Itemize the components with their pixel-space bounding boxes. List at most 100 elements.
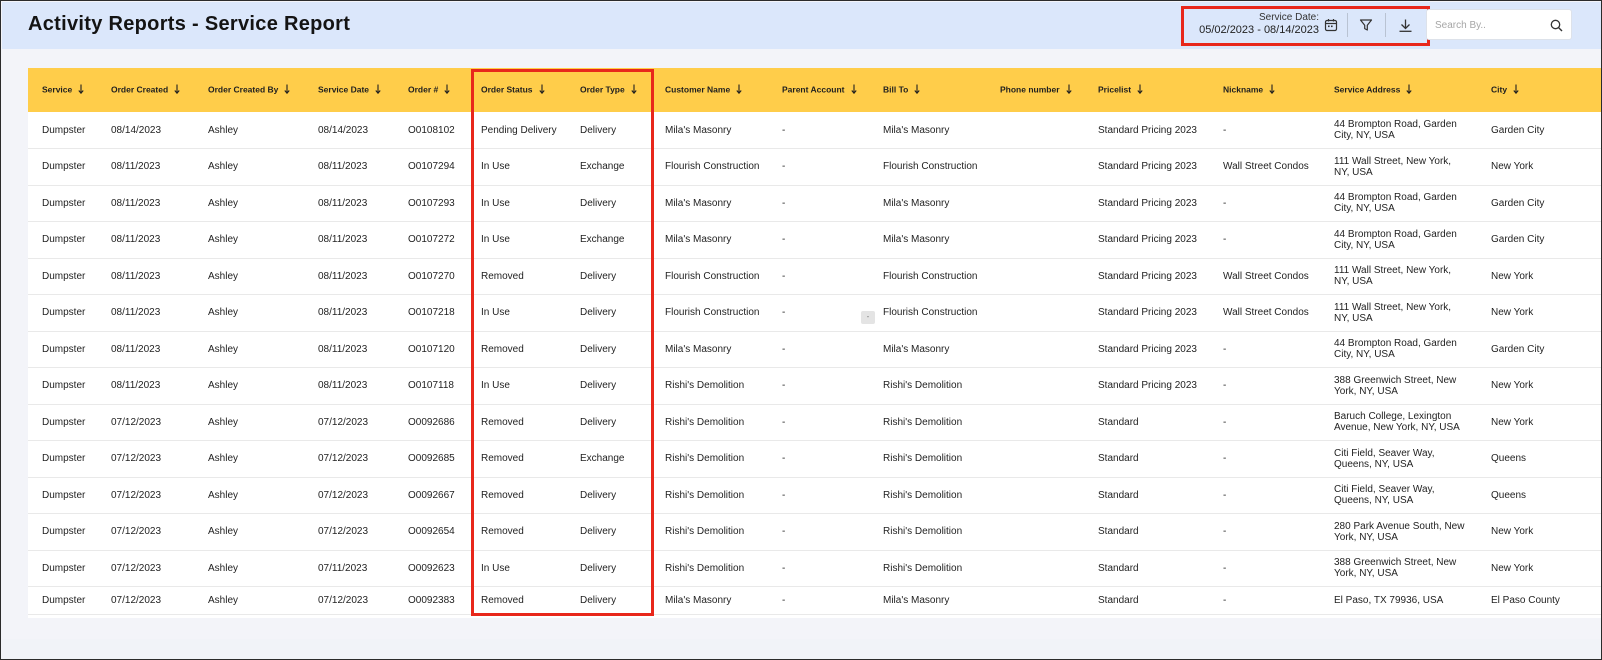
table-cell: Standard Pricing 2023: [1098, 161, 1197, 173]
table-cell: Ashley: [208, 416, 239, 428]
column-header[interactable]: Order Type: [566, 68, 651, 112]
table-cell: 08/11/2023: [318, 197, 368, 209]
table-cell: O0092667: [408, 489, 455, 501]
column-header[interactable]: Service Address: [1320, 68, 1477, 112]
table-row[interactable]: Dumpster 08/14/2023 Ashley 08/14/2023 O01081…: [28, 112, 1601, 149]
table-row[interactable]: Dumpster 07/12/2023 Ashley 07/12/2023 O00926…: [28, 441, 1601, 477]
table-row[interactable]: Dumpster 08/11/2023 Ashley 08/11/2023 O01071…: [28, 368, 1601, 404]
table-row[interactable]: Dumpster 07/12/2023 Ashley 07/12/2023 O00923…: [28, 587, 1601, 615]
table-cell: -: [782, 161, 786, 173]
table-cell: Delivery: [580, 380, 617, 392]
table-cell: [986, 550, 1084, 587]
column-header[interactable]: Phone number: [986, 68, 1084, 112]
table-row[interactable]: Dumpster 08/11/2023 Ashley 08/11/2023 O01072…: [28, 258, 1601, 295]
column-header-label: Service Address: [1334, 84, 1401, 95]
filter-button[interactable]: [1354, 13, 1378, 37]
table-cell: -: [1223, 562, 1227, 574]
search-input[interactable]: [1435, 17, 1535, 33]
table-cell: Ashley: [208, 562, 239, 574]
table-cell: Ashley: [208, 380, 239, 392]
table-row[interactable]: Dumpster 08/11/2023 Ashley 08/11/2023 O01072…: [28, 222, 1601, 259]
sort-arrow-icon[interactable]: [78, 84, 84, 96]
sort-arrow-icon[interactable]: [914, 84, 920, 96]
table-cell: Removed: [481, 343, 524, 355]
table-cell: In Use: [481, 234, 510, 246]
table-row[interactable]: Dumpster 07/12/2023 Ashley 07/12/2023 O00926…: [28, 477, 1601, 514]
table-cell: Standard Pricing 2023: [1098, 343, 1197, 355]
column-header[interactable]: Order Created By: [194, 68, 304, 112]
column-header[interactable]: Service Date: [304, 68, 394, 112]
column-header[interactable]: Order #: [394, 68, 467, 112]
column-header[interactable]: Bill To: [869, 68, 986, 112]
table-cell: Rishi's Demolition: [665, 489, 745, 501]
floating-chip[interactable]: -: [861, 311, 875, 324]
page-title: Activity Reports - Service Report: [28, 13, 351, 35]
table-cell: [986, 222, 1084, 259]
sort-arrow-icon[interactable]: [736, 84, 742, 96]
column-header-label: Phone number: [1000, 84, 1060, 95]
table-cell: Ashley: [208, 343, 239, 355]
column-header[interactable]: Nickname: [1209, 68, 1320, 112]
column-header[interactable]: Customer Name: [651, 68, 768, 112]
sort-arrow-icon[interactable]: [538, 84, 545, 96]
sort-arrow-icon[interactable]: [174, 84, 180, 96]
column-header[interactable]: Pricelist: [1084, 68, 1209, 112]
table-cell: Ashley: [208, 124, 239, 136]
table-cell: Dumpster: [42, 307, 86, 319]
sort-arrow-icon[interactable]: [1269, 84, 1275, 96]
table-cell: Mila's Masonry: [665, 197, 732, 209]
column-header[interactable]: Service: [28, 68, 97, 112]
service-date-range[interactable]: Service Date: 05/02/2023 - 08/14/2023: [1189, 12, 1319, 36]
sort-arrow-icon[interactable]: [631, 84, 637, 96]
table-row[interactable]: Dumpster 08/11/2023 Ashley 08/11/2023 O01071…: [28, 331, 1601, 368]
table-cell: Dumpster: [42, 380, 86, 392]
table-cell: Wall Street Condos: [1223, 270, 1309, 282]
app-frame: Activity Reports - Service Report Servic…: [0, 0, 1602, 660]
toolbar-divider: [1385, 13, 1386, 37]
sort-arrow-icon[interactable]: [1513, 84, 1519, 96]
sort-arrow-icon[interactable]: [284, 84, 291, 96]
sort-arrow-icon[interactable]: [444, 84, 450, 96]
sort-arrow-icon[interactable]: [1137, 84, 1143, 96]
sort-arrow-icon[interactable]: [1065, 84, 1072, 96]
calendar-button[interactable]: [1319, 13, 1343, 37]
table-row[interactable]: Dumpster 07/12/2023 Ashley 07/12/2023 O00926…: [28, 514, 1601, 550]
table-cell: Mila's Masonry: [883, 197, 950, 209]
table-row[interactable]: Dumpster 08/11/2023 Ashley 08/11/2023 O01072…: [28, 295, 1601, 331]
column-header[interactable]: Order Status: [467, 68, 566, 112]
table-row[interactable]: Dumpster 07/12/2023 Ashley 07/12/2023 O00926…: [28, 404, 1601, 441]
table-row[interactable]: Dumpster 08/11/2023 Ashley 08/11/2023 O01072…: [28, 185, 1601, 222]
table-cell: 388 Greenwich Street, New York, NY, USA: [1334, 557, 1457, 580]
table-cell: 44 Brompton Road, Garden City, NY, USA: [1334, 228, 1457, 251]
table-cell: 07/12/2023: [111, 453, 162, 465]
column-header[interactable]: Parent Account: [768, 68, 869, 112]
column-header[interactable]: Order Created: [97, 68, 194, 112]
search-button[interactable]: [1547, 16, 1565, 34]
download-button[interactable]: [1393, 13, 1417, 37]
table-cell: In Use: [481, 307, 510, 319]
table-cell: -: [782, 234, 786, 246]
table-cell: Baruch College, Lexington Avenue, New Yo…: [1334, 411, 1460, 434]
table-cell: 08/11/2023: [111, 380, 161, 392]
table-cell: Garden City: [1491, 343, 1545, 355]
table-cell: 07/12/2023: [111, 526, 162, 538]
table-cell: 07/12/2023: [318, 489, 369, 501]
table-cell: Ashley: [208, 270, 239, 282]
table-cell: 08/11/2023: [111, 197, 161, 209]
sort-arrow-icon[interactable]: [375, 84, 381, 96]
download-icon: [1399, 19, 1411, 32]
table-row[interactable]: Dumpster 08/11/2023 Ashley 08/11/2023 O01072…: [28, 149, 1601, 185]
table-cell: In Use: [481, 562, 510, 574]
table-cell: Dumpster: [42, 343, 86, 355]
table-cell: Ashley: [208, 161, 239, 173]
table-cell: -: [1223, 416, 1227, 428]
column-header[interactable]: City: [1477, 68, 1601, 112]
table-row[interactable]: Dumpster 07/12/2023 Ashley 07/11/2023 O00926…: [28, 550, 1601, 587]
table-cell: -: [1223, 595, 1227, 606]
table-cell: 280 Park Avenue South, New York, NY, USA: [1334, 520, 1465, 543]
table-cell: Dumpster: [42, 416, 86, 428]
table-cell: O0107272: [408, 234, 455, 246]
table-cell: Rishi's Demolition: [665, 380, 745, 392]
sort-arrow-icon[interactable]: [850, 84, 857, 96]
sort-arrow-icon[interactable]: [1406, 84, 1412, 96]
